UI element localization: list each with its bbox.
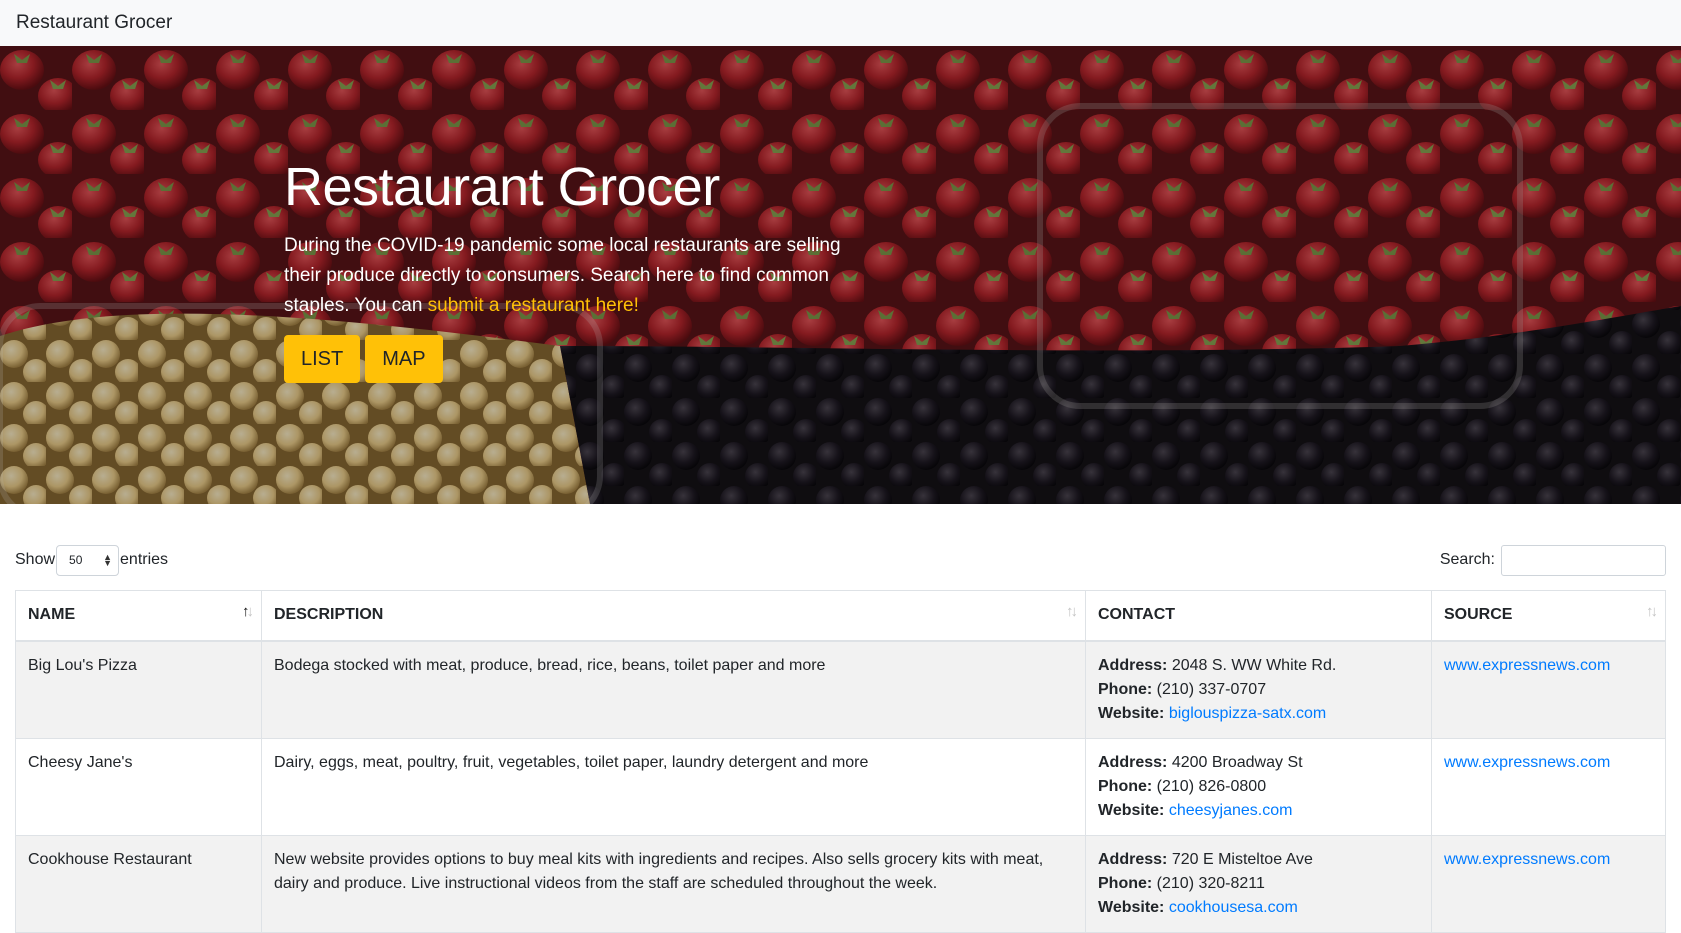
hero-banner: Restaurant Grocer During the COVID-19 pa…: [0, 46, 1681, 504]
table-header: NAME ↑↓ DESCRIPTION ↑↓ CONTACT SOURCE ↑↓: [15, 590, 1666, 642]
cell-contact: Address: 4200 Broadway St Phone: (210) 8…: [1085, 737, 1432, 836]
search-input[interactable]: [1501, 544, 1666, 576]
address-value: 720 E Misteltoe Ave: [1171, 850, 1313, 868]
cell-contact: Address: 720 E Misteltoe Ave Phone: (210…: [1085, 834, 1432, 933]
column-header-name-label: NAME: [28, 606, 76, 624]
select-arrows-icon: ▲ ▼: [103, 552, 113, 568]
column-header-name[interactable]: NAME ↑↓: [15, 590, 262, 642]
table-controls: Show 50 ▲ ▼ entries Search:: [0, 544, 1681, 576]
column-header-source-label: SOURCE: [1444, 606, 1513, 624]
cell-description: New website provides options to buy meal…: [261, 834, 1086, 933]
address-value: 4200 Broadway St: [1171, 753, 1303, 771]
map-button[interactable]: MAP: [365, 335, 443, 384]
contact-website: Website: cheesyjanes.com: [1098, 799, 1419, 823]
entries-label: entries: [120, 551, 169, 568]
column-header-source[interactable]: SOURCE ↑↓: [1431, 590, 1666, 642]
contact-phone: Phone: (210) 337-0707: [1098, 678, 1419, 702]
cell-name: Big Lou's Pizza: [15, 640, 262, 739]
restaurants-table: NAME ↑↓ DESCRIPTION ↑↓ CONTACT SOURCE ↑↓ Bi…: [15, 590, 1666, 933]
contact-address: Address: 4200 Broadway St: [1098, 751, 1419, 775]
phone-value: (210) 337-0707: [1156, 680, 1267, 698]
phone-label: Phone:: [1098, 680, 1153, 698]
phone-value: (210) 320-8211: [1156, 874, 1265, 892]
contact-website: Website: biglouspizza-satx.com: [1098, 702, 1419, 726]
hero-buttons: LIST MAP: [284, 335, 844, 384]
contact-address: Address: 720 E Misteltoe Ave: [1098, 848, 1419, 872]
sort-icon: ↑↓: [1066, 603, 1078, 620]
sort-ascending-icon: ↑↓: [242, 603, 254, 620]
column-header-description-label: DESCRIPTION: [274, 606, 384, 624]
address-value: 2048 S. WW White Rd.: [1171, 656, 1337, 674]
header-row: NAME ↑↓ DESCRIPTION ↑↓ CONTACT SOURCE ↑↓: [15, 590, 1666, 642]
table-body: Big Lou's Pizza Bodega stocked with meat…: [15, 640, 1666, 933]
contact-phone: Phone: (210) 826-0800: [1098, 775, 1419, 799]
phone-label: Phone:: [1098, 777, 1153, 795]
contact-website: Website: cookhousesa.com: [1098, 896, 1419, 920]
hero-description: During the COVID-19 pandemic some local …: [284, 231, 844, 321]
website-label: Website:: [1098, 898, 1165, 916]
source-link[interactable]: www.expressnews.com: [1444, 657, 1610, 674]
list-button[interactable]: LIST: [284, 335, 361, 384]
phone-label: Phone:: [1098, 874, 1153, 892]
column-header-contact: CONTACT: [1085, 590, 1432, 642]
cell-description: Dairy, eggs, meat, poultry, fruit, veget…: [261, 737, 1086, 836]
hero-title: Restaurant Grocer: [284, 157, 720, 217]
cell-contact: Address: 2048 S. WW White Rd. Phone: (21…: [1085, 640, 1432, 739]
source-link[interactable]: www.expressnews.com: [1444, 851, 1610, 868]
column-header-description[interactable]: DESCRIPTION ↑↓: [261, 590, 1086, 642]
entries-length-select[interactable]: 50 ▲ ▼: [56, 544, 120, 576]
length-control: Show 50 ▲ ▼ entries: [15, 544, 169, 576]
cell-name: Cheesy Jane's: [15, 737, 262, 836]
website-link[interactable]: cheesyjanes.com: [1169, 802, 1293, 819]
entries-length-value: 50: [69, 553, 83, 567]
cell-source: www.expressnews.com: [1431, 640, 1666, 739]
table-row: Cookhouse Restaurant New website provide…: [15, 834, 1666, 933]
contact-address: Address: 2048 S. WW White Rd.: [1098, 654, 1419, 678]
address-label: Address:: [1098, 753, 1168, 771]
table-row: Cheesy Jane's Dairy, eggs, meat, poultry…: [15, 737, 1666, 836]
table-row: Big Lou's Pizza Bodega stocked with meat…: [15, 640, 1666, 739]
show-label: Show: [15, 551, 56, 568]
cell-source: www.expressnews.com: [1431, 834, 1666, 933]
hero-content: Restaurant Grocer During the COVID-19 pa…: [284, 157, 844, 384]
cell-source: www.expressnews.com: [1431, 737, 1666, 836]
website-label: Website:: [1098, 704, 1165, 722]
phone-value: (210) 826-0800: [1156, 777, 1267, 795]
address-label: Address:: [1098, 656, 1168, 674]
website-link[interactable]: cookhousesa.com: [1169, 899, 1298, 916]
cell-description: Bodega stocked with meat, produce, bread…: [261, 640, 1086, 739]
sort-icon: ↑↓: [1646, 603, 1658, 620]
address-label: Address:: [1098, 850, 1168, 868]
search-label: Search:: [1439, 551, 1495, 568]
column-header-contact-label: CONTACT: [1098, 606, 1176, 624]
website-link[interactable]: biglouspizza-satx.com: [1169, 705, 1326, 722]
submit-restaurant-link[interactable]: submit a restaurant here!: [428, 295, 639, 316]
source-link[interactable]: www.expressnews.com: [1444, 754, 1610, 771]
navbar-brand[interactable]: Restaurant Grocer: [16, 12, 172, 34]
cell-name: Cookhouse Restaurant: [15, 834, 262, 933]
website-label: Website:: [1098, 801, 1165, 819]
contact-phone: Phone: (210) 320-8211: [1098, 872, 1419, 896]
navbar: Restaurant Grocer: [0, 0, 1681, 46]
search-control: Search:: [1439, 544, 1666, 576]
